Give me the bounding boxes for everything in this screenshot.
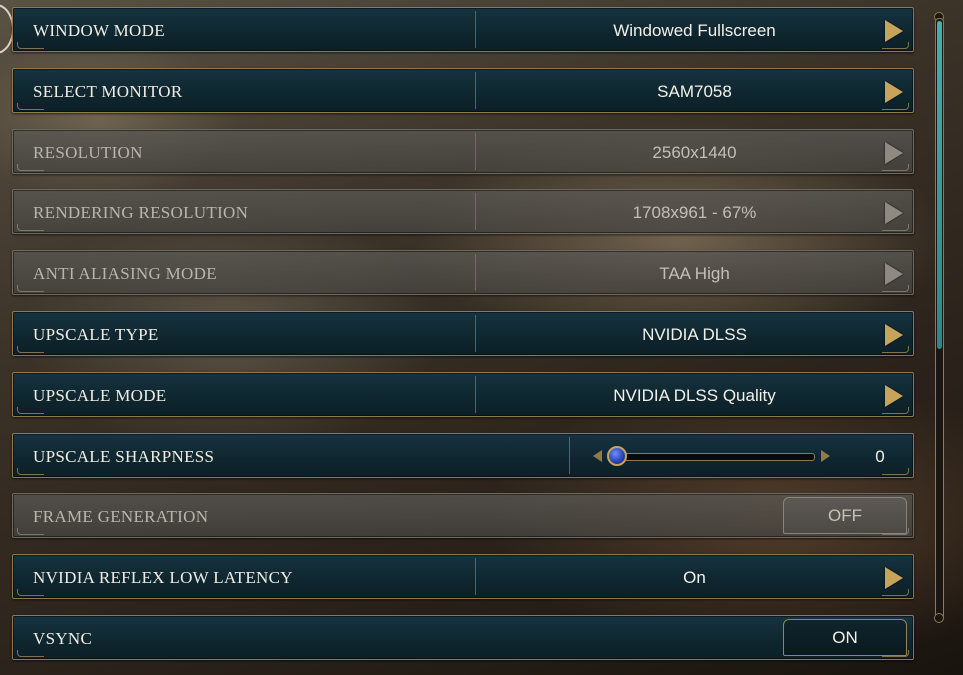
chevron-right-icon bbox=[885, 202, 903, 224]
chevron-right-icon[interactable] bbox=[885, 20, 903, 42]
setting-row-upscale-sharpness[interactable]: UPSCALE SHARPNESS 0 bbox=[12, 433, 914, 478]
setting-label: ANTI ALIASING MODE bbox=[33, 264, 217, 283]
slider-knob[interactable] bbox=[607, 446, 627, 466]
setting-value[interactable]: SAM7058 bbox=[476, 69, 913, 114]
setting-value[interactable]: NVIDIA DLSS Quality bbox=[476, 373, 913, 418]
setting-row-frame-generation: FRAME GENERATION OFF bbox=[12, 493, 914, 538]
scrollbar-thumb[interactable] bbox=[937, 21, 942, 349]
chevron-right-icon[interactable] bbox=[885, 324, 903, 346]
slider-track[interactable] bbox=[613, 453, 815, 461]
chevron-right-icon[interactable] bbox=[885, 385, 903, 407]
setting-value: TAA High bbox=[659, 264, 730, 283]
setting-value: 2560x1440 bbox=[652, 143, 737, 162]
setting-label: WINDOW MODE bbox=[33, 21, 165, 40]
toggle-button: OFF bbox=[783, 497, 907, 534]
chevron-left-icon[interactable] bbox=[593, 450, 602, 462]
setting-row-vsync[interactable]: VSYNC ON bbox=[12, 615, 914, 660]
setting-label: UPSCALE TYPE bbox=[33, 325, 159, 344]
chevron-right-icon bbox=[885, 263, 903, 285]
setting-value[interactable]: NVIDIA DLSS bbox=[476, 312, 913, 357]
setting-value[interactable]: Windowed Fullscreen bbox=[476, 8, 913, 53]
setting-row-rendering-resolution: RENDERING RESOLUTION 1708x961 - 67% bbox=[12, 189, 914, 234]
setting-label: SELECT MONITOR bbox=[33, 82, 183, 101]
sharpness-slider[interactable]: 0 bbox=[583, 434, 913, 479]
toggle-button[interactable]: ON bbox=[783, 619, 907, 656]
slider-value: 0 bbox=[875, 447, 885, 466]
chevron-right-icon[interactable] bbox=[821, 450, 830, 462]
setting-label: RESOLUTION bbox=[33, 143, 143, 162]
scrollbar-bottom-cap bbox=[934, 613, 944, 623]
setting-row-nvidia-reflex[interactable]: NVIDIA REFLEX LOW LATENCY On bbox=[12, 554, 914, 599]
setting-value[interactable]: On bbox=[476, 555, 913, 600]
setting-label: FRAME GENERATION bbox=[33, 507, 209, 526]
setting-label: UPSCALE SHARPNESS bbox=[33, 447, 215, 466]
setting-row-window-mode[interactable]: WINDOW MODE Windowed Fullscreen bbox=[12, 7, 914, 52]
setting-row-resolution: RESOLUTION 2560x1440 bbox=[12, 129, 914, 174]
setting-row-upscale-mode[interactable]: UPSCALE MODE NVIDIA DLSS Quality bbox=[12, 372, 914, 417]
chevron-right-icon[interactable] bbox=[885, 81, 903, 103]
setting-row-anti-aliasing-mode: ANTI ALIASING MODE TAA High bbox=[12, 250, 914, 295]
setting-label: VSYNC bbox=[33, 629, 93, 648]
chevron-right-icon bbox=[885, 142, 903, 164]
setting-row-select-monitor[interactable]: SELECT MONITOR SAM7058 bbox=[12, 68, 914, 113]
chevron-right-icon[interactable] bbox=[885, 567, 903, 589]
scrollbar[interactable] bbox=[935, 18, 944, 620]
row-divider bbox=[569, 437, 570, 474]
setting-label: UPSCALE MODE bbox=[33, 386, 167, 405]
setting-label: RENDERING RESOLUTION bbox=[33, 203, 249, 222]
setting-value: 1708x961 - 67% bbox=[632, 203, 757, 222]
setting-label: NVIDIA REFLEX LOW LATENCY bbox=[33, 568, 293, 587]
setting-row-upscale-type[interactable]: UPSCALE TYPE NVIDIA DLSS bbox=[12, 311, 914, 356]
